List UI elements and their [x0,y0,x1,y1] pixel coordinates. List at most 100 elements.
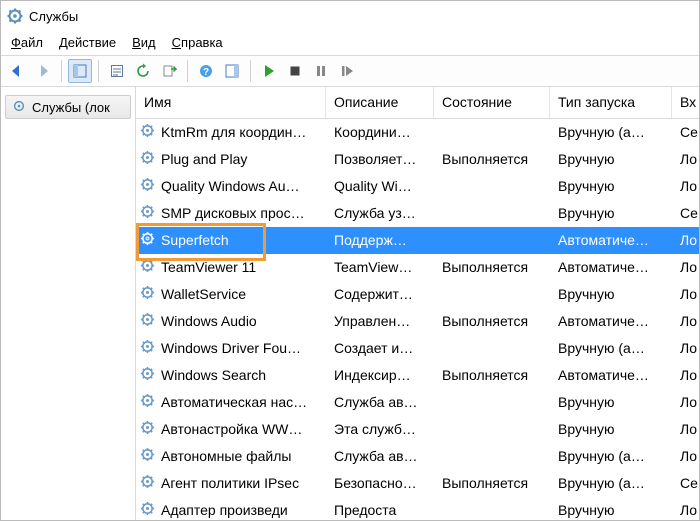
menu-help[interactable]: Справка [172,35,223,50]
service-name-cell: SMP дисковых прос… [136,204,326,222]
list-pane: Имя Описание Состояние Тип запуска Вх Kt… [136,87,699,520]
service-name: KtmRm для координ… [161,124,306,140]
service-row[interactable]: TeamViewer 11TeamView…ВыполняетсяАвтомат… [136,254,699,281]
col-logon[interactable]: Вх [672,87,699,118]
service-logon: Ло [672,367,699,383]
service-row[interactable]: Quality Windows Au…Quality Wi…ВручнуюЛо [136,173,699,200]
service-logon: Ло [672,313,699,329]
service-startup-type: Вручную (а… [550,448,672,464]
service-status: Выполняется [434,259,550,275]
service-list: KtmRm для координ… Координи… Вручную (а… Се… [136,119,699,520]
back-button[interactable] [5,59,29,83]
service-logon: Ло [672,502,699,518]
start-service-button[interactable] [257,59,281,83]
service-row[interactable]: Plug and PlayПозволяет…ВыполняетсяВручну… [136,146,699,173]
menubar: Файл Действие Вид Справка [1,31,699,55]
toolbar-sep [98,60,99,82]
forward-button[interactable] [31,59,55,83]
service-name-cell: Windows Driver Fou… [136,339,326,357]
service-name: WalletService [161,286,246,302]
service-startup-type: Автоматиче… [550,367,672,383]
gear-icon [140,366,155,384]
help-button[interactable]: ? [194,59,218,83]
service-row[interactable]: Windows Driver Fou…Создает и…Вручную (а…… [136,335,699,362]
menu-file[interactable]: Файл [11,35,43,50]
service-logon: Ло [672,259,699,275]
pause-service-button[interactable] [309,59,333,83]
service-description: Безопасно… [326,475,434,491]
service-name: SMP дисковых прос… [161,205,305,221]
service-startup-type: Вручную [550,502,672,518]
services-icon [12,99,26,116]
service-row[interactable]: WalletServiceСодержит…ВручнуюЛо [136,281,699,308]
service-name-cell: TeamViewer 11 [136,258,326,276]
gear-icon [140,150,155,168]
gear-icon [140,420,155,438]
service-logon: Ло [672,421,699,437]
service-logon: Ло [672,232,699,248]
menu-view[interactable]: Вид [132,35,156,50]
service-startup-type: Вручную (а… [550,340,672,356]
service-description: Координи… [326,124,434,140]
gear-icon [140,474,155,492]
toolbar-sep [250,60,251,82]
service-startup-type: Вручную [550,394,672,410]
tree-node-label: Службы (лок [32,100,110,115]
show-hide-action-pane-button[interactable] [220,59,244,83]
service-startup-type: Вручную [550,151,672,167]
service-name-cell: Автоматическая нас… [136,393,326,411]
service-logon: Се [672,124,699,140]
properties-button[interactable] [105,59,129,83]
service-description: Позволяет… [326,151,434,167]
service-description: Служба уз… [326,205,434,221]
service-name-cell: Windows Search [136,366,326,384]
service-row[interactable]: Windows AudioУправлен…ВыполняетсяАвтомат… [136,308,699,335]
tree-node-services-local[interactable]: Службы (лок [5,95,131,119]
refresh-button[interactable] [131,59,155,83]
service-row[interactable]: Автономные файлыСлужба ав…Вручную (а…Ло [136,443,699,470]
service-row[interactable]: Windows SearchИндексир…ВыполняетсяАвтома… [136,362,699,389]
service-description: Quality Wi… [326,178,434,194]
services-icon [7,8,23,24]
service-row[interactable]: Автоматическая нас…Служба ав…ВручнуюЛо [136,389,699,416]
service-name-cell: Автонастройка WW… [136,420,326,438]
service-description: Поддерж… [326,232,434,248]
service-status: Выполняется [434,313,550,329]
service-name-cell: Plug and Play [136,150,326,168]
export-button[interactable] [157,59,181,83]
col-name[interactable]: Имя [136,87,326,118]
service-logon: Ло [672,286,699,302]
toolbar: ? [1,55,699,87]
service-name: Windows Audio [161,313,257,329]
service-name: Windows Driver Fou… [161,340,301,356]
service-logon: Ло [672,394,699,410]
service-name: Quality Windows Au… [161,178,300,194]
service-row[interactable]: Автонастройка WW…Эта служб…ВручнуюЛо [136,416,699,443]
service-name-cell: Quality Windows Au… [136,177,326,195]
service-row[interactable]: KtmRm для координ…Координи…Вручную (а…Се [136,119,699,146]
restart-service-button[interactable] [335,59,359,83]
service-row[interactable]: SMP дисковых прос…Служба уз…ВручнуюСе [136,200,699,227]
show-hide-tree-button[interactable] [68,59,92,83]
column-headers: Имя Описание Состояние Тип запуска Вх [136,87,699,119]
gear-icon [140,393,155,411]
service-row[interactable]: Адаптер произведиПредостаВручнуюЛо [136,497,699,520]
service-description: Эта служб… [326,421,434,437]
service-row[interactable]: SuperfetchПоддерж…Автоматиче…Ло [136,227,699,254]
body: Службы (лок Имя Описание Состояние Тип з… [1,87,699,520]
service-startup-type: Автоматиче… [550,259,672,275]
service-row[interactable]: Агент политики IPsecБезопасно…Выполняетс… [136,470,699,497]
gear-icon [140,501,155,519]
service-status: Выполняется [434,475,550,491]
menu-action[interactable]: Действие [59,35,116,50]
service-description: Служба ав… [326,448,434,464]
gear-icon [140,204,155,222]
col-description[interactable]: Описание [326,87,434,118]
gear-icon [140,447,155,465]
service-name: Автонастройка WW… [161,421,302,437]
stop-service-button[interactable] [283,59,307,83]
col-status[interactable]: Состояние [434,87,550,118]
service-startup-type: Вручную [550,286,672,302]
service-status: Выполняется [434,367,550,383]
col-startup[interactable]: Тип запуска [550,87,672,118]
